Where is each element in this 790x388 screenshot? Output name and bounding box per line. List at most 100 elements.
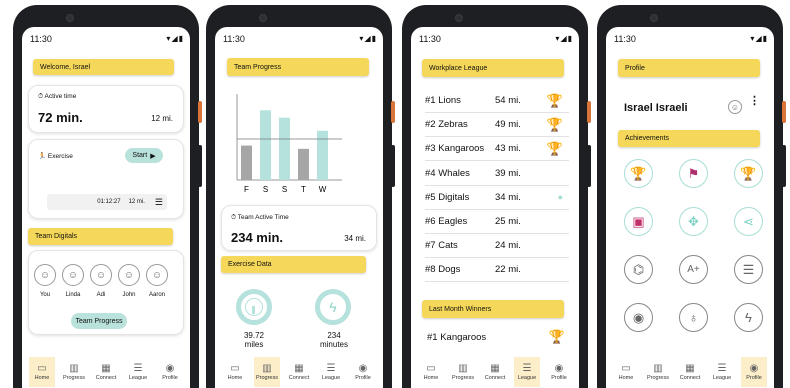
league-row[interactable]: #2 Zebras 49 mi. 🏆 [425, 113, 569, 138]
minutes-unit: minutes [319, 340, 348, 349]
volume-button [198, 145, 202, 187]
team-distance: 39 mi. [495, 167, 521, 179]
league-row[interactable]: #6 Eagles 25 mi. [425, 210, 569, 234]
profile-name: Israel Israeli [624, 102, 688, 114]
nav-label: Progress [646, 375, 669, 381]
avatar-john[interactable]: ☺ [118, 264, 140, 286]
nav-connect[interactable]: ▦ Connect [93, 357, 119, 387]
phone-league: 11:30 ▾◢▮ Workplace League #1 Lions 54 mi… [402, 5, 591, 388]
nav-league[interactable]: ☰ League [709, 357, 735, 387]
league-row[interactable]: #4 Whales 39 mi. [425, 162, 569, 186]
status-time: 11:30 [30, 34, 52, 44]
nav-connect[interactable]: ▦ Connect [677, 357, 703, 387]
achievement-badge-icon[interactable]: ✥ [679, 207, 708, 236]
nav-label: Profile [355, 375, 371, 381]
qr-icon: ▦ [101, 363, 111, 374]
league-row[interactable]: #3 Kangaroos 43 mi. 🏆 [425, 137, 569, 162]
status-icons: ▾◢▮ [359, 34, 377, 43]
nav-league[interactable]: ☰ League [318, 357, 344, 387]
start-button[interactable]: Start ▶ [125, 148, 163, 163]
nav-home[interactable]: ▭ Home [29, 357, 55, 387]
league-row[interactable]: #5 Digitals 34 mi. ● [425, 186, 569, 210]
nav-progress[interactable]: ▥ Progress [645, 357, 671, 387]
team-active-time-card[interactable]: ⏱ Team Active Time 234 min. 34 mi. [221, 205, 377, 251]
miles-stat: 39.72 miles [225, 331, 283, 349]
minutes-gauge: ϟ [315, 289, 351, 325]
welcome-text: Welcome, Israel [40, 63, 91, 71]
team-progress-button[interactable]: Team Progress [71, 313, 127, 329]
nav-progress[interactable]: ▥ Progress [254, 357, 280, 387]
last-month-title: Last Month Winners [429, 305, 492, 313]
phone-progress: 11:30 ▾◢▮ Team Progress F S S T W ⏱ Team Act… [206, 5, 395, 388]
phone-profile: 11:30 ▾◢▮ Profile Israel Israeli ☺ ⋮ Ach… [597, 5, 786, 388]
achievement-badge-icon[interactable]: 🏆 [624, 159, 653, 188]
member-name: Aaron [148, 292, 165, 298]
achievement-badge-icon[interactable]: ◉ [624, 303, 653, 332]
achievement-badge-icon[interactable]: ▣ [624, 207, 653, 236]
chart-icon: ▥ [69, 363, 79, 374]
avatar-adi[interactable]: ☺ [90, 264, 112, 286]
last-month-winner: #1 Kangaroos [427, 331, 487, 343]
nav-home[interactable]: ▭ Home [222, 357, 248, 387]
league-row[interactable]: #8 Dogs 22 mi. [425, 258, 569, 283]
nav-home[interactable]: ▭ Home [418, 357, 444, 387]
active-time-label-row: ⏱ Active time [38, 93, 76, 101]
avatar-you[interactable]: ☺ [34, 264, 56, 286]
avatar-linda[interactable]: ☺ [62, 264, 84, 286]
profile-icon: ◉ [165, 363, 175, 374]
more-menu-icon[interactable]: ⋮ [749, 96, 760, 107]
achievement-badge-icon[interactable]: ⌬ [624, 255, 653, 284]
team-progress-title: Team Progress [234, 63, 282, 71]
league-row[interactable]: #1 Lions 54 mi. 🏆 [425, 89, 569, 113]
phone-home: 11:30 ▾◢▮ Welcome, Israel ⏱ Active time … [13, 5, 202, 388]
team-rank: #3 Kangaroos [425, 143, 485, 155]
chart-icon: ▥ [262, 363, 272, 374]
achievements-banner: Achievements [618, 130, 760, 147]
nav-label: Progress [62, 375, 85, 381]
home-icon: ▭ [426, 363, 436, 374]
nav-progress[interactable]: ▥ Progress [450, 357, 476, 387]
exercise-card: 🏃 Exercise Start ▶ 01:12:27 12 mi. ☰ [28, 139, 184, 219]
nav-label: Home [34, 375, 50, 381]
list-icon: ☰ [154, 196, 163, 207]
nav-label: Progress [255, 375, 278, 381]
nav-progress[interactable]: ▥ Progress [61, 357, 87, 387]
nav-profile[interactable]: ◉ Profile [157, 357, 183, 387]
status-bar: 11:30 ▾◢▮ [606, 27, 774, 49]
achievement-badge-icon[interactable]: ☰ [734, 255, 763, 284]
last-month-row[interactable]: #1 Kangaroos 🏆 [427, 325, 571, 349]
team-distance: 54 mi. [495, 95, 521, 106]
nav-home[interactable]: ▭ Home [613, 357, 639, 387]
nav-profile[interactable]: ◉ Profile [350, 357, 376, 387]
chart-icon: ▥ [458, 363, 468, 374]
achievement-badge-icon[interactable]: 🏆 [734, 159, 763, 188]
active-time-card[interactable]: ⏱ Active time 72 min. 12 mi. [28, 85, 184, 133]
power-button [587, 101, 591, 123]
team-distance: 24 mi. [495, 240, 521, 252]
nav-profile[interactable]: ◉ Profile [741, 357, 767, 387]
achievement-badge-icon[interactable]: ϟ [734, 303, 763, 332]
achievement-badge-icon[interactable]: ♁ [679, 303, 708, 332]
nav-connect[interactable]: ▦ Connect [286, 357, 312, 387]
team-progress-banner: Team Progress [227, 58, 369, 76]
chart-bar [241, 145, 252, 180]
nav-connect[interactable]: ▦ Connect [482, 357, 508, 387]
bottom-nav: ▭ Home ▥ Progress ▦ Connect ☰ League ◉ Profil… [22, 356, 190, 388]
nav-league[interactable]: ☰ League [514, 357, 540, 387]
avatar-icon[interactable]: ☺ [728, 100, 742, 114]
achievement-badge-icon[interactable]: ⋖ [734, 207, 763, 236]
achievement-badge-icon[interactable]: ⚑ [679, 159, 708, 188]
member-name: You [39, 292, 51, 298]
nav-league[interactable]: ☰ League [125, 357, 151, 387]
bolt-icon: ϟ [329, 299, 337, 315]
nav-profile[interactable]: ◉ Profile [546, 357, 572, 387]
avatar-aaron[interactable]: ☺ [146, 264, 168, 286]
league-row[interactable]: #7 Cats 24 mi. [425, 234, 569, 259]
achievement-badge-icon[interactable]: A+ [679, 255, 708, 284]
exercise-summary-bar[interactable]: 01:12:27 12 mi. ☰ [47, 194, 167, 210]
exercise-label: Exercise [47, 153, 73, 160]
exercise-time: 01:12:27 [97, 199, 121, 205]
nav-label: League [712, 375, 732, 381]
volume-button [587, 145, 591, 187]
x-tick-label: T [301, 185, 306, 194]
